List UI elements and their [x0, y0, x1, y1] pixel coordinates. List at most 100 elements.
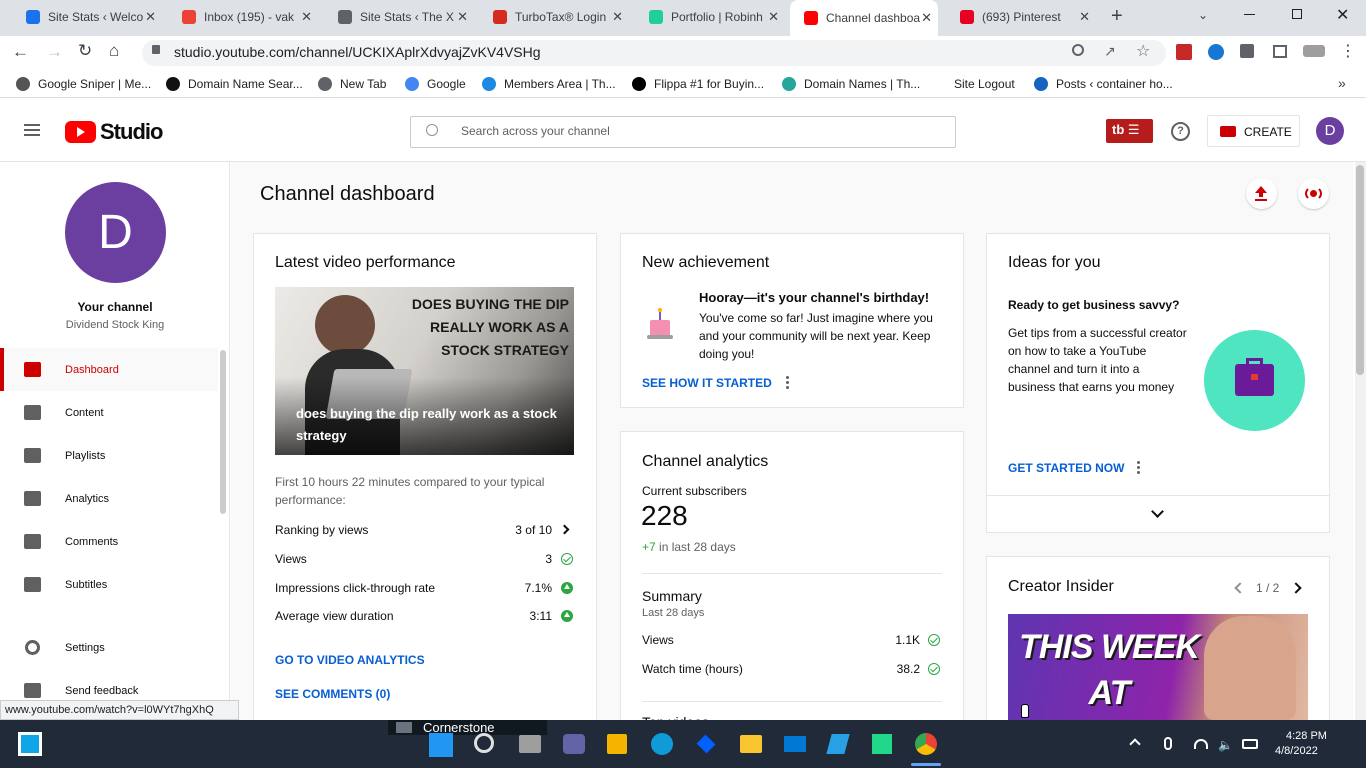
stat-value: 3 of 10 — [515, 523, 552, 537]
see-comments-link[interactable]: SEE COMMENTS (0) — [275, 687, 390, 701]
url-text[interactable]: studio.youtube.com/channel/UCKIXAplrXdvy… — [174, 44, 541, 60]
zoom-icon[interactable] — [1072, 44, 1084, 56]
browser-tab-5[interactable]: Portfolio | Robinh ✕ — [635, 4, 785, 30]
channel-avatar[interactable]: D — [65, 182, 166, 283]
achievement-more-icon[interactable] — [786, 376, 790, 390]
tray-date[interactable]: 4/8/2022 — [1275, 745, 1318, 757]
tab-close-icon[interactable]: ✕ — [301, 9, 312, 25]
help-icon[interactable]: ? — [1171, 122, 1190, 141]
taskbar-teams-icon[interactable] — [563, 734, 585, 754]
bookmark-item[interactable]: Site Logout — [932, 77, 1015, 91]
sidebar-item-settings[interactable]: Settings — [0, 626, 218, 669]
sidebar-item-dashboard[interactable]: Dashboard — [0, 348, 218, 391]
extension-tubebuddy-icon[interactable] — [1176, 44, 1192, 60]
sidebar-item-playlists[interactable]: Playlists — [0, 434, 218, 477]
bookmark-item[interactable]: Posts ‹ container ho... — [1034, 77, 1173, 91]
studio-logo-text[interactable]: Studio — [100, 119, 163, 145]
extension-vidiq-icon[interactable] — [1208, 44, 1224, 60]
minimize-button[interactable] — [1244, 14, 1255, 15]
tab-search-icon[interactable]: ⌄ — [1198, 8, 1208, 22]
close-window-button[interactable]: ✕ — [1336, 5, 1349, 25]
sidebar-item-label: Content — [65, 406, 104, 419]
bookmark-item[interactable]: Flippa #1 for Buyin... — [632, 77, 764, 91]
tab-close-icon[interactable]: ✕ — [457, 9, 468, 25]
browser-tab-1[interactable]: Site Stats ‹ Welco ✕ — [12, 4, 162, 30]
latest-video-title: Latest video performance — [275, 254, 456, 271]
bookmark-item[interactable]: Domain Name Sear... — [166, 77, 303, 91]
taskbar-task-view-icon[interactable] — [519, 735, 541, 753]
sidebar-item-content[interactable]: Content — [0, 391, 218, 434]
taskbar-pycharm-icon[interactable] — [872, 734, 892, 754]
browser-tab-6[interactable]: Channel dashboa ✕ — [790, 0, 938, 36]
tray-time[interactable]: 4:28 PM — [1286, 730, 1327, 742]
hamburger-menu-icon[interactable] — [24, 124, 40, 136]
tray-battery-icon[interactable] — [1242, 739, 1258, 749]
new-tab-button[interactable]: + — [1111, 5, 1123, 28]
browser-tab-2[interactable]: Inbox (195) - vak ✕ — [168, 4, 318, 30]
tray-volume-icon[interactable]: 🔈 — [1218, 738, 1233, 752]
forward-icon[interactable]: → — [46, 42, 63, 62]
account-avatar[interactable]: D — [1316, 117, 1344, 145]
go-to-video-analytics-link[interactable]: GO TO VIDEO ANALYTICS — [275, 653, 425, 667]
bookmark-favicon-icon — [782, 77, 796, 91]
bookmark-label: Posts ‹ container ho... — [1056, 77, 1173, 91]
side-panel-icon[interactable] — [1273, 45, 1287, 58]
search-input[interactable]: Search across your channel — [461, 124, 610, 138]
taskbar-chrome-icon[interactable] — [915, 733, 937, 755]
ideas-more-icon[interactable] — [1137, 461, 1141, 475]
windows-start-icon[interactable] — [18, 732, 42, 756]
taskbar-search-icon[interactable] — [474, 733, 494, 753]
sidebar-item-subtitles[interactable]: Subtitles — [0, 563, 218, 606]
bookmark-item[interactable]: New Tab — [318, 77, 386, 91]
sidebar-scrollbar[interactable] — [220, 350, 226, 514]
create-button[interactable]: CREATE — [1207, 115, 1300, 147]
browser-tab-3[interactable]: Site Stats ‹ The X ✕ — [324, 4, 474, 30]
mouse-cursor-icon — [1021, 704, 1029, 718]
tubebuddy-button[interactable]: tb ☰ — [1106, 119, 1153, 143]
tab-close-icon[interactable]: ✕ — [145, 9, 156, 25]
page-scrollbar-thumb[interactable] — [1356, 165, 1364, 375]
taskbar-windows-icon[interactable] — [429, 733, 453, 757]
bookmark-favicon-icon — [932, 77, 946, 91]
taskbar-edge-icon[interactable] — [651, 733, 673, 755]
share-icon[interactable]: ↗ — [1104, 43, 1116, 60]
tab-close-icon[interactable]: ✕ — [921, 10, 932, 26]
bookmark-item[interactable]: Google — [405, 77, 466, 91]
tab-close-icon[interactable]: ✕ — [1079, 9, 1090, 25]
tab-close-icon[interactable]: ✕ — [768, 9, 779, 25]
back-icon[interactable]: ← — [12, 42, 29, 62]
browser-menu-icon[interactable]: ⋮ — [1340, 41, 1356, 61]
latest-video-thumbnail[interactable]: DOES BUYING THE DIP REALLY WORK AS A STO… — [275, 287, 574, 455]
extensions-puzzle-icon[interactable] — [1240, 44, 1254, 58]
tray-mic-icon[interactable] — [1164, 737, 1172, 750]
analytics-icon — [24, 491, 41, 506]
profile-icon[interactable] — [1303, 45, 1325, 57]
taskbar-mail-icon[interactable] — [784, 736, 806, 752]
go-live-icon[interactable] — [1298, 178, 1329, 209]
youtube-logo-icon[interactable] — [65, 121, 96, 143]
browser-tab-4[interactable]: TurboTax® Login ✕ — [479, 4, 629, 30]
sidebar-item-analytics[interactable]: Analytics — [0, 477, 218, 520]
home-icon[interactable]: ⌂ — [109, 41, 119, 61]
browser-tab-7[interactable]: (693) Pinterest ✕ — [946, 4, 1096, 30]
insider-thumbnail[interactable]: THIS WEEK AT — [1008, 614, 1308, 720]
sidebar-item-comments[interactable]: Comments — [0, 520, 218, 563]
bookmark-item[interactable]: Members Area | Th... — [482, 77, 616, 91]
get-started-now-link[interactable]: GET STARTED NOW — [1008, 461, 1124, 475]
restore-button[interactable] — [1292, 9, 1302, 19]
reload-icon[interactable]: ↻ — [78, 41, 92, 61]
bookmark-item[interactable]: Google Sniper | Me... — [16, 77, 151, 91]
see-how-it-started-link[interactable]: SEE HOW IT STARTED — [642, 376, 772, 390]
upload-icon[interactable] — [1246, 178, 1277, 209]
sidebar-item-label: Playlists — [65, 449, 106, 462]
tray-wifi-icon[interactable] — [1194, 739, 1208, 749]
taskbar-explorer-icon[interactable] — [740, 735, 762, 753]
bookmark-item[interactable]: Domain Names | Th... — [782, 77, 920, 91]
bookmarks-more-icon[interactable]: » — [1338, 75, 1346, 91]
bookmark-star-icon[interactable]: ☆ — [1136, 41, 1150, 61]
sidebar-item-label: Settings — [65, 641, 105, 654]
taskbar-store-icon[interactable] — [607, 734, 627, 754]
cornerstone-app-tab[interactable]: Cornerstone — [388, 720, 547, 735]
ideas-title: Ideas for you — [1008, 254, 1101, 271]
tab-close-icon[interactable]: ✕ — [612, 9, 623, 25]
